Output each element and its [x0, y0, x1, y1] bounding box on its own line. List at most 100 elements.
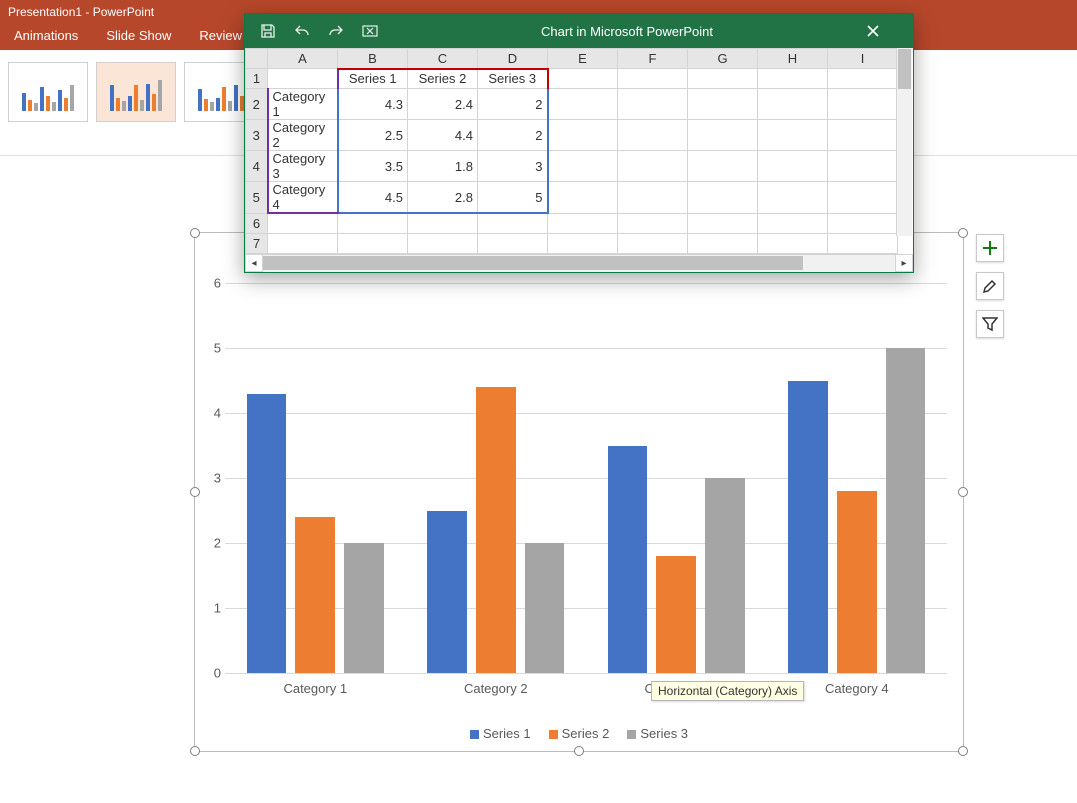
cell[interactable]	[688, 151, 758, 182]
cell[interactable]	[618, 182, 688, 214]
cell[interactable]: Category 2	[268, 120, 338, 151]
cell[interactable]: Category 1	[268, 89, 338, 120]
tab-animations[interactable]: Animations	[0, 24, 92, 50]
scroll-thumb[interactable]	[263, 256, 803, 270]
cell[interactable]	[548, 233, 618, 253]
column-header[interactable]: F	[618, 49, 688, 69]
chart-filter-button[interactable]	[976, 310, 1004, 338]
cell[interactable]	[688, 120, 758, 151]
horizontal-scrollbar[interactable]: ◂ ▸	[245, 254, 913, 272]
cell[interactable]	[548, 69, 618, 89]
cell[interactable]	[338, 233, 408, 253]
cell[interactable]: 2	[478, 120, 548, 151]
cell[interactable]	[548, 182, 618, 214]
x-axis-label[interactable]: Category 2	[406, 673, 587, 696]
column-header[interactable]: I	[828, 49, 898, 69]
cell[interactable]: 2.4	[408, 89, 478, 120]
cell[interactable]: 2.5	[338, 120, 408, 151]
resize-handle[interactable]	[190, 487, 200, 497]
data-bar[interactable]	[525, 543, 565, 673]
column-header[interactable]: E	[548, 49, 618, 69]
close-button[interactable]	[867, 25, 907, 37]
cell[interactable]	[478, 233, 548, 253]
cell[interactable]	[618, 89, 688, 120]
resize-handle[interactable]	[574, 746, 584, 756]
row-header[interactable]: 4	[246, 151, 268, 182]
resize-handle[interactable]	[958, 487, 968, 497]
legend-item[interactable]: Series 1	[470, 726, 531, 741]
legend-item[interactable]: Series 3	[627, 726, 688, 741]
chart-object[interactable]: Chart Title 0123456Category 1Category 2C…	[194, 232, 964, 752]
data-bar[interactable]	[608, 446, 648, 674]
cell[interactable]	[268, 233, 338, 253]
cell[interactable]	[618, 120, 688, 151]
row-header[interactable]: 6	[246, 213, 268, 233]
row-header[interactable]: 7	[246, 233, 268, 253]
scroll-left-button[interactable]: ◂	[245, 254, 263, 272]
vertical-scrollbar[interactable]	[896, 48, 912, 236]
chart-data-titlebar[interactable]: Chart in Microsoft PowerPoint	[245, 14, 913, 48]
cell[interactable]: 4.3	[338, 89, 408, 120]
chart-style-thumb[interactable]	[8, 62, 88, 122]
cell[interactable]	[828, 151, 898, 182]
row-header[interactable]: 1	[246, 69, 268, 89]
cell[interactable]: 2	[478, 89, 548, 120]
column-header[interactable]: D	[478, 49, 548, 69]
column-header[interactable]: G	[688, 49, 758, 69]
cell[interactable]	[758, 213, 828, 233]
resize-handle[interactable]	[190, 228, 200, 238]
cell[interactable]	[828, 182, 898, 214]
cell[interactable]	[688, 213, 758, 233]
resize-handle[interactable]	[190, 746, 200, 756]
legend-item[interactable]: Series 2	[549, 726, 610, 741]
x-axis-label[interactable]: Category 1	[225, 673, 406, 696]
row-header[interactable]: 3	[246, 120, 268, 151]
data-bar[interactable]	[476, 387, 516, 673]
column-header[interactable]: B	[338, 49, 408, 69]
cell[interactable]: 4.5	[338, 182, 408, 214]
cell[interactable]	[618, 151, 688, 182]
cell[interactable]	[828, 120, 898, 151]
cell[interactable]	[688, 182, 758, 214]
cell[interactable]	[338, 213, 408, 233]
column-header[interactable]: H	[758, 49, 828, 69]
data-bar[interactable]	[886, 348, 926, 673]
cell[interactable]	[478, 213, 548, 233]
cell[interactable]	[408, 233, 478, 253]
data-bar[interactable]	[788, 381, 828, 674]
chart-style-thumb[interactable]	[96, 62, 176, 122]
column-header[interactable]: C	[408, 49, 478, 69]
cell[interactable]: 2.8	[408, 182, 478, 214]
cell[interactable]	[268, 213, 338, 233]
chart-legend[interactable]: Series 1 Series 2 Series 3	[195, 726, 963, 741]
cell[interactable]	[548, 213, 618, 233]
cell[interactable]	[618, 233, 688, 253]
cell[interactable]	[688, 89, 758, 120]
cell[interactable]: Series 2	[408, 69, 478, 89]
chart-styles-button[interactable]	[976, 272, 1004, 300]
cell[interactable]: Category 3	[268, 151, 338, 182]
cell[interactable]	[688, 69, 758, 89]
cell[interactable]: Series 3	[478, 69, 548, 89]
resize-handle[interactable]	[958, 746, 968, 756]
chart-add-element-button[interactable]	[976, 234, 1004, 262]
data-bar[interactable]	[295, 517, 335, 673]
cell[interactable]	[548, 120, 618, 151]
plot-area[interactable]: 0123456Category 1Category 2Category 3Cat…	[225, 283, 947, 673]
cell[interactable]	[688, 233, 758, 253]
cell[interactable]: 3.5	[338, 151, 408, 182]
redo-button[interactable]	[319, 14, 353, 48]
tab-slide-show[interactable]: Slide Show	[92, 24, 185, 50]
cell[interactable]: 1.8	[408, 151, 478, 182]
cell[interactable]	[408, 213, 478, 233]
cell[interactable]	[758, 182, 828, 214]
cell[interactable]	[758, 69, 828, 89]
cell[interactable]: 4.4	[408, 120, 478, 151]
cell[interactable]	[758, 89, 828, 120]
resize-handle[interactable]	[958, 228, 968, 238]
cell[interactable]	[828, 213, 898, 233]
cell[interactable]	[548, 89, 618, 120]
cell[interactable]	[758, 151, 828, 182]
cell[interactable]	[758, 120, 828, 151]
cell[interactable]	[618, 213, 688, 233]
